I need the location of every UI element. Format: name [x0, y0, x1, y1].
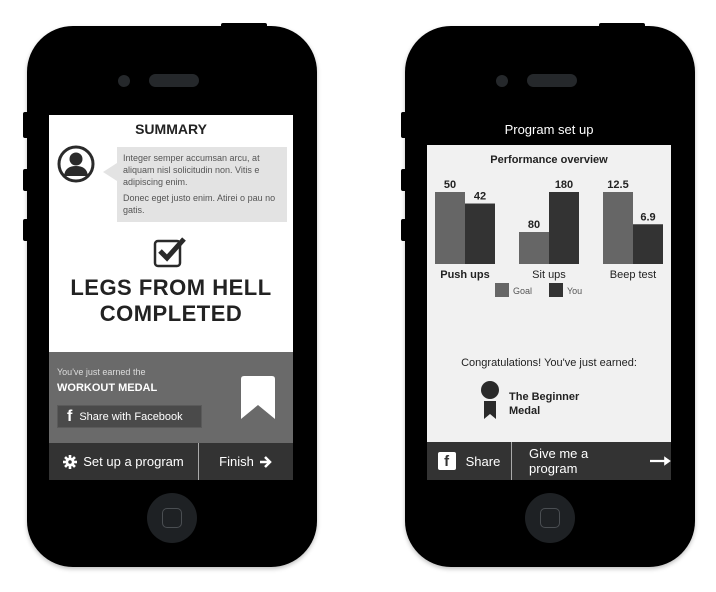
screen-header: Program set up	[427, 115, 671, 145]
bar-value-label: 180	[555, 179, 573, 191]
gear-icon	[63, 454, 78, 469]
bar-value-label: 80	[528, 219, 540, 231]
volume-up-button	[401, 169, 406, 191]
earned-label: You've just earned the	[57, 367, 146, 377]
performance-chart: 50 42 Push ups 80 180 Sit ups 12.5 6.9 Beep test…	[435, 179, 663, 297]
volume-down-button	[23, 219, 28, 241]
bar-goal	[603, 192, 633, 264]
congrats-text: Congratulations! You've just earned:	[461, 357, 637, 369]
finish-button[interactable]: Finish	[199, 443, 293, 480]
share-button[interactable]: f Share	[427, 442, 512, 480]
power-button	[221, 23, 267, 29]
mute-switch	[23, 112, 28, 138]
home-button	[147, 493, 197, 543]
bookmark-medal-icon	[241, 376, 275, 419]
legend-swatch-goal	[495, 283, 509, 297]
bar-you	[465, 203, 495, 264]
category-label: Sit ups	[532, 269, 566, 281]
earpiece-speaker	[527, 74, 577, 87]
summary-screen: SUMMARY Integer semper accumsan arcu, at…	[49, 115, 293, 480]
mute-switch	[401, 112, 406, 138]
checkbox-checked-icon	[153, 237, 186, 268]
share-facebook-label: Share with Facebook	[79, 410, 183, 423]
bar-value-label: 12.5	[607, 179, 628, 191]
summary-title: SUMMARY	[135, 121, 207, 137]
long-arrow-right-icon	[650, 456, 671, 466]
bar-you	[633, 224, 663, 264]
power-button	[599, 23, 645, 29]
bottom-action-bar: Set up a program Finish	[49, 443, 293, 480]
earpiece-speaker	[149, 74, 199, 87]
completed-label: COMPLETED	[99, 301, 243, 326]
category-label: Beep test	[610, 269, 656, 281]
finish-label: Finish	[219, 454, 254, 469]
facebook-icon: f	[67, 407, 73, 425]
front-camera	[118, 75, 130, 87]
bar-you	[549, 192, 579, 264]
facebook-icon: f	[437, 452, 456, 470]
phone-frame-left: SUMMARY Integer semper accumsan arcu, at…	[23, 23, 317, 567]
front-camera	[496, 75, 508, 87]
workout-name: LEGS FROM HELL	[70, 275, 272, 300]
bar-value-label: 42	[474, 191, 486, 203]
category-label: Push ups	[440, 269, 490, 281]
phone-frame-right: Program set up Performance overview 50 42…	[401, 23, 695, 567]
message-paragraph: Donec eget justo enim. Atirei o pau no g…	[123, 193, 276, 215]
medal-name: WORKOUT MEDAL	[57, 382, 158, 394]
setup-program-label: Set up a program	[83, 454, 184, 469]
arrow-right-icon	[259, 455, 272, 468]
legend-label: Goal	[513, 286, 532, 296]
bar-goal	[519, 232, 549, 264]
share-label: Share	[465, 453, 501, 469]
program-setup-screen: Program set up Performance overview 50 42…	[427, 115, 671, 480]
medal-ribbon-icon	[481, 381, 499, 419]
message-bubble: Integer semper accumsan arcu, at aliquam…	[103, 147, 287, 222]
medal-panel: You've just earned the WORKOUT MEDAL f S…	[49, 352, 293, 443]
earned-medal-name: The Beginner Medal	[509, 390, 579, 418]
volume-up-button	[23, 169, 28, 191]
legend-swatch-you	[549, 283, 563, 297]
home-button	[525, 493, 575, 543]
give-program-button[interactable]: Give me a program	[512, 442, 671, 480]
medal-name-line: The Beginner	[509, 391, 580, 403]
bar-goal	[435, 192, 465, 264]
bar-value-label: 50	[444, 179, 456, 191]
bar-value-label: 6.9	[640, 211, 655, 223]
message-paragraph: Integer semper accumsan arcu, at aliquam…	[123, 153, 260, 187]
user-avatar-icon	[57, 145, 95, 183]
medal-name-line: Medal	[509, 405, 541, 417]
workout-completed-title: LEGS FROM HELL COMPLETED	[49, 275, 293, 327]
legend-label: You	[567, 286, 582, 296]
bottom-action-bar: f Share Give me a program	[427, 442, 671, 480]
volume-down-button	[401, 219, 406, 241]
give-program-label: Give me a program	[529, 446, 589, 476]
setup-program-button[interactable]: Set up a program	[49, 443, 199, 480]
chart-title: Performance overview	[490, 154, 608, 166]
share-facebook-button[interactable]: f Share with Facebook	[57, 405, 202, 428]
